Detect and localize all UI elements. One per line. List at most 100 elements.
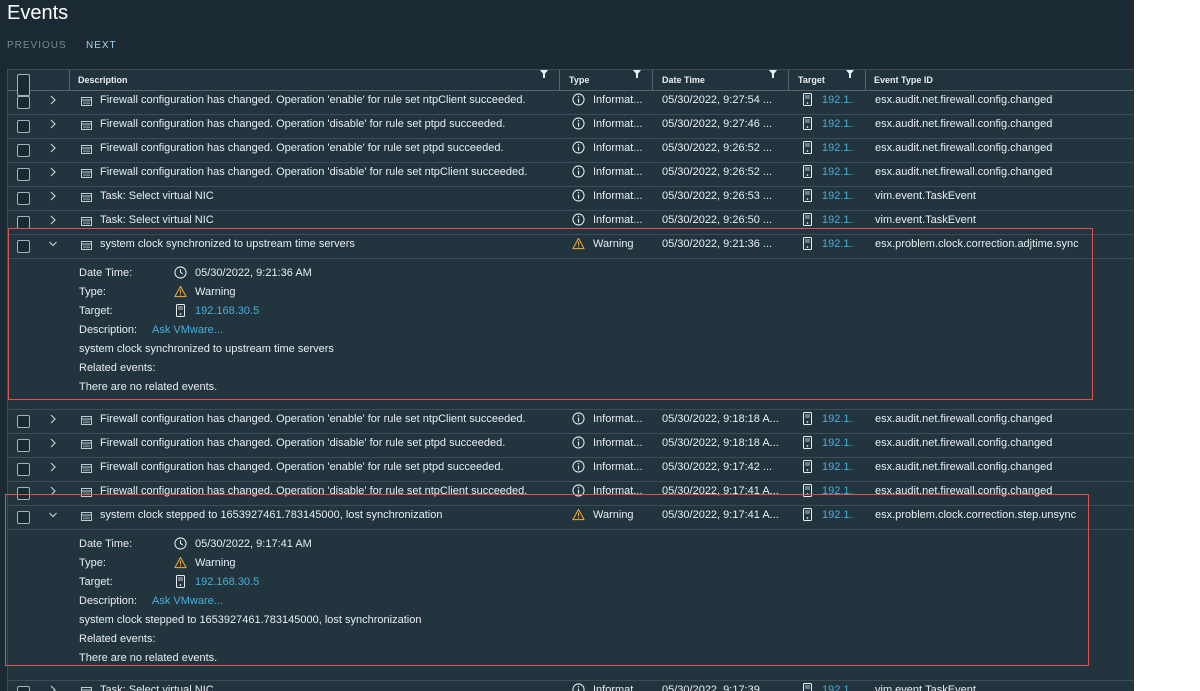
- table-row[interactable]: Task: Select virtual NIC Informat... 05/30…: [8, 211, 1134, 235]
- chevron-down-icon[interactable]: [48, 237, 58, 251]
- detail-target-link[interactable]: 192.168.30.5: [195, 305, 259, 317]
- row-target-link[interactable]: 192.1...: [822, 142, 854, 154]
- column-header-description[interactable]: Description: [78, 70, 128, 90]
- chevron-right-icon[interactable]: [48, 165, 58, 179]
- table-row[interactable]: Firewall configuration has changed. Oper…: [8, 163, 1134, 187]
- chevron-right-icon[interactable]: [48, 484, 58, 498]
- row-checkbox[interactable]: [17, 192, 30, 205]
- chevron-down-icon[interactable]: [48, 508, 58, 522]
- row-type: Informat...: [593, 437, 643, 449]
- table-row[interactable]: Task: Select virtual NIC Informat... 05/30…: [8, 187, 1134, 211]
- chevron-right-icon[interactable]: [48, 189, 58, 203]
- table-row[interactable]: system clock synchronized to upstream ti…: [8, 235, 1134, 259]
- row-date-time: 05/30/2022, 9:26:53 ...: [662, 190, 773, 202]
- host-icon: [803, 436, 812, 449]
- table-row[interactable]: Firewall configuration has changed. Oper…: [8, 410, 1134, 434]
- ask-vmware-link[interactable]: Ask VMware...: [152, 324, 223, 336]
- row-target-link[interactable]: 192.1...: [822, 190, 854, 202]
- table-row[interactable]: Firewall configuration has changed. Oper…: [8, 115, 1134, 139]
- row-description: system clock synchronized to upstream ti…: [100, 238, 355, 250]
- chevron-right-icon[interactable]: [48, 117, 58, 131]
- row-event-type-id: esx.audit.net.firewall.config.changed: [875, 437, 1053, 449]
- info-icon: [572, 165, 585, 178]
- detail-date-value: 05/30/2022, 9:17:41 AM: [195, 538, 312, 550]
- chevron-right-icon[interactable]: [48, 436, 58, 450]
- chevron-right-icon[interactable]: [48, 460, 58, 474]
- table-row[interactable]: system clock stepped to 1653927461.78314…: [8, 506, 1134, 530]
- row-checkbox[interactable]: [17, 168, 30, 181]
- row-checkbox[interactable]: [17, 415, 30, 428]
- chevron-right-icon[interactable]: [48, 93, 58, 107]
- column-header-type[interactable]: Type: [569, 70, 589, 90]
- row-event-type-id: esx.audit.net.firewall.config.changed: [875, 94, 1053, 106]
- row-description: system clock stepped to 1653927461.78314…: [100, 509, 443, 521]
- next-button[interactable]: NEXT: [86, 40, 117, 51]
- info-icon: [572, 213, 585, 226]
- row-checkbox[interactable]: [17, 463, 30, 476]
- chevron-right-icon[interactable]: [48, 141, 58, 155]
- row-checkbox[interactable]: [17, 686, 30, 691]
- table-row[interactable]: Firewall configuration has changed. Oper…: [8, 139, 1134, 163]
- row-target-link[interactable]: 192.1...: [822, 238, 854, 250]
- row-checkbox[interactable]: [17, 216, 30, 229]
- table-row[interactable]: Firewall configuration has changed. Oper…: [8, 482, 1134, 506]
- column-header-date-time[interactable]: Date Time: [662, 70, 705, 90]
- info-icon: [572, 484, 585, 497]
- row-checkbox[interactable]: [17, 240, 30, 253]
- event-detail-panel: Date Time: 05/30/2022, 9:21:36 AM Type: War…: [8, 259, 1134, 410]
- row-description: Firewall configuration has changed. Oper…: [100, 485, 528, 497]
- table-row[interactable]: Firewall configuration has changed. Oper…: [8, 458, 1134, 482]
- row-checkbox[interactable]: [17, 511, 30, 524]
- row-target-link[interactable]: 192.1...: [822, 461, 854, 473]
- table-row[interactable]: Firewall configuration has changed. Oper…: [8, 434, 1134, 458]
- row-target-link[interactable]: 192.1...: [822, 166, 854, 178]
- row-checkbox[interactable]: [17, 96, 30, 109]
- detail-target-link[interactable]: 192.168.30.5: [195, 576, 259, 588]
- warning-icon: [572, 508, 585, 521]
- row-target-link[interactable]: 192.1...: [822, 94, 854, 106]
- detail-target-label: Target:: [79, 305, 113, 317]
- chevron-right-icon[interactable]: [48, 412, 58, 426]
- row-target-link[interactable]: 192.1...: [822, 214, 854, 226]
- info-icon: [572, 460, 585, 473]
- row-date-time: 05/30/2022, 9:17:39 ...: [662, 684, 773, 691]
- row-description: Firewall configuration has changed. Oper…: [100, 118, 506, 130]
- row-target-link[interactable]: 192.1...: [822, 684, 854, 691]
- table-row[interactable]: Task: Select virtual NIC Informat... 05/30…: [8, 681, 1134, 691]
- row-event-type-id: esx.audit.net.firewall.config.changed: [875, 142, 1053, 154]
- detail-description-text: system clock stepped to 1653927461.78314…: [79, 614, 422, 626]
- row-event-type-id: esx.audit.net.firewall.config.changed: [875, 485, 1053, 497]
- event-icon: [81, 464, 92, 473]
- row-target-link[interactable]: 192.1...: [822, 485, 854, 497]
- grid-body: Firewall configuration has changed. Oper…: [8, 91, 1134, 691]
- row-target-link[interactable]: 192.1...: [822, 509, 854, 521]
- info-icon: [572, 189, 585, 202]
- column-separator: [69, 70, 70, 90]
- previous-button[interactable]: PREVIOUS: [7, 40, 67, 51]
- info-icon: [572, 436, 585, 449]
- row-checkbox[interactable]: [17, 439, 30, 452]
- host-icon: [803, 189, 812, 202]
- row-checkbox[interactable]: [17, 144, 30, 157]
- row-checkbox[interactable]: [17, 120, 30, 133]
- row-target-link[interactable]: 192.1...: [822, 413, 854, 425]
- events-datagrid: Description Type Date Time Target Event …: [7, 69, 1134, 691]
- table-row[interactable]: Firewall configuration has changed. Oper…: [8, 91, 1134, 115]
- row-description: Firewall configuration has changed. Oper…: [100, 166, 528, 178]
- chevron-right-icon[interactable]: [48, 213, 58, 227]
- row-type: Informat...: [593, 166, 643, 178]
- row-type: Informat...: [593, 485, 643, 497]
- info-icon: [572, 683, 585, 691]
- row-date-time: 05/30/2022, 9:17:41 A...: [662, 485, 779, 497]
- column-header-target[interactable]: Target: [798, 70, 825, 90]
- detail-type-label: Type:: [79, 286, 106, 298]
- row-date-time: 05/30/2022, 9:18:18 A...: [662, 437, 779, 449]
- chevron-right-icon[interactable]: [48, 683, 58, 691]
- column-header-event-type-id[interactable]: Event Type ID: [874, 70, 933, 90]
- row-checkbox[interactable]: [17, 487, 30, 500]
- row-target-link[interactable]: 192.1...: [822, 437, 854, 449]
- row-target-link[interactable]: 192.1...: [822, 118, 854, 130]
- ask-vmware-link[interactable]: Ask VMware...: [152, 595, 223, 607]
- row-type: Warning: [593, 238, 634, 250]
- row-date-time: 05/30/2022, 9:27:46 ...: [662, 118, 773, 130]
